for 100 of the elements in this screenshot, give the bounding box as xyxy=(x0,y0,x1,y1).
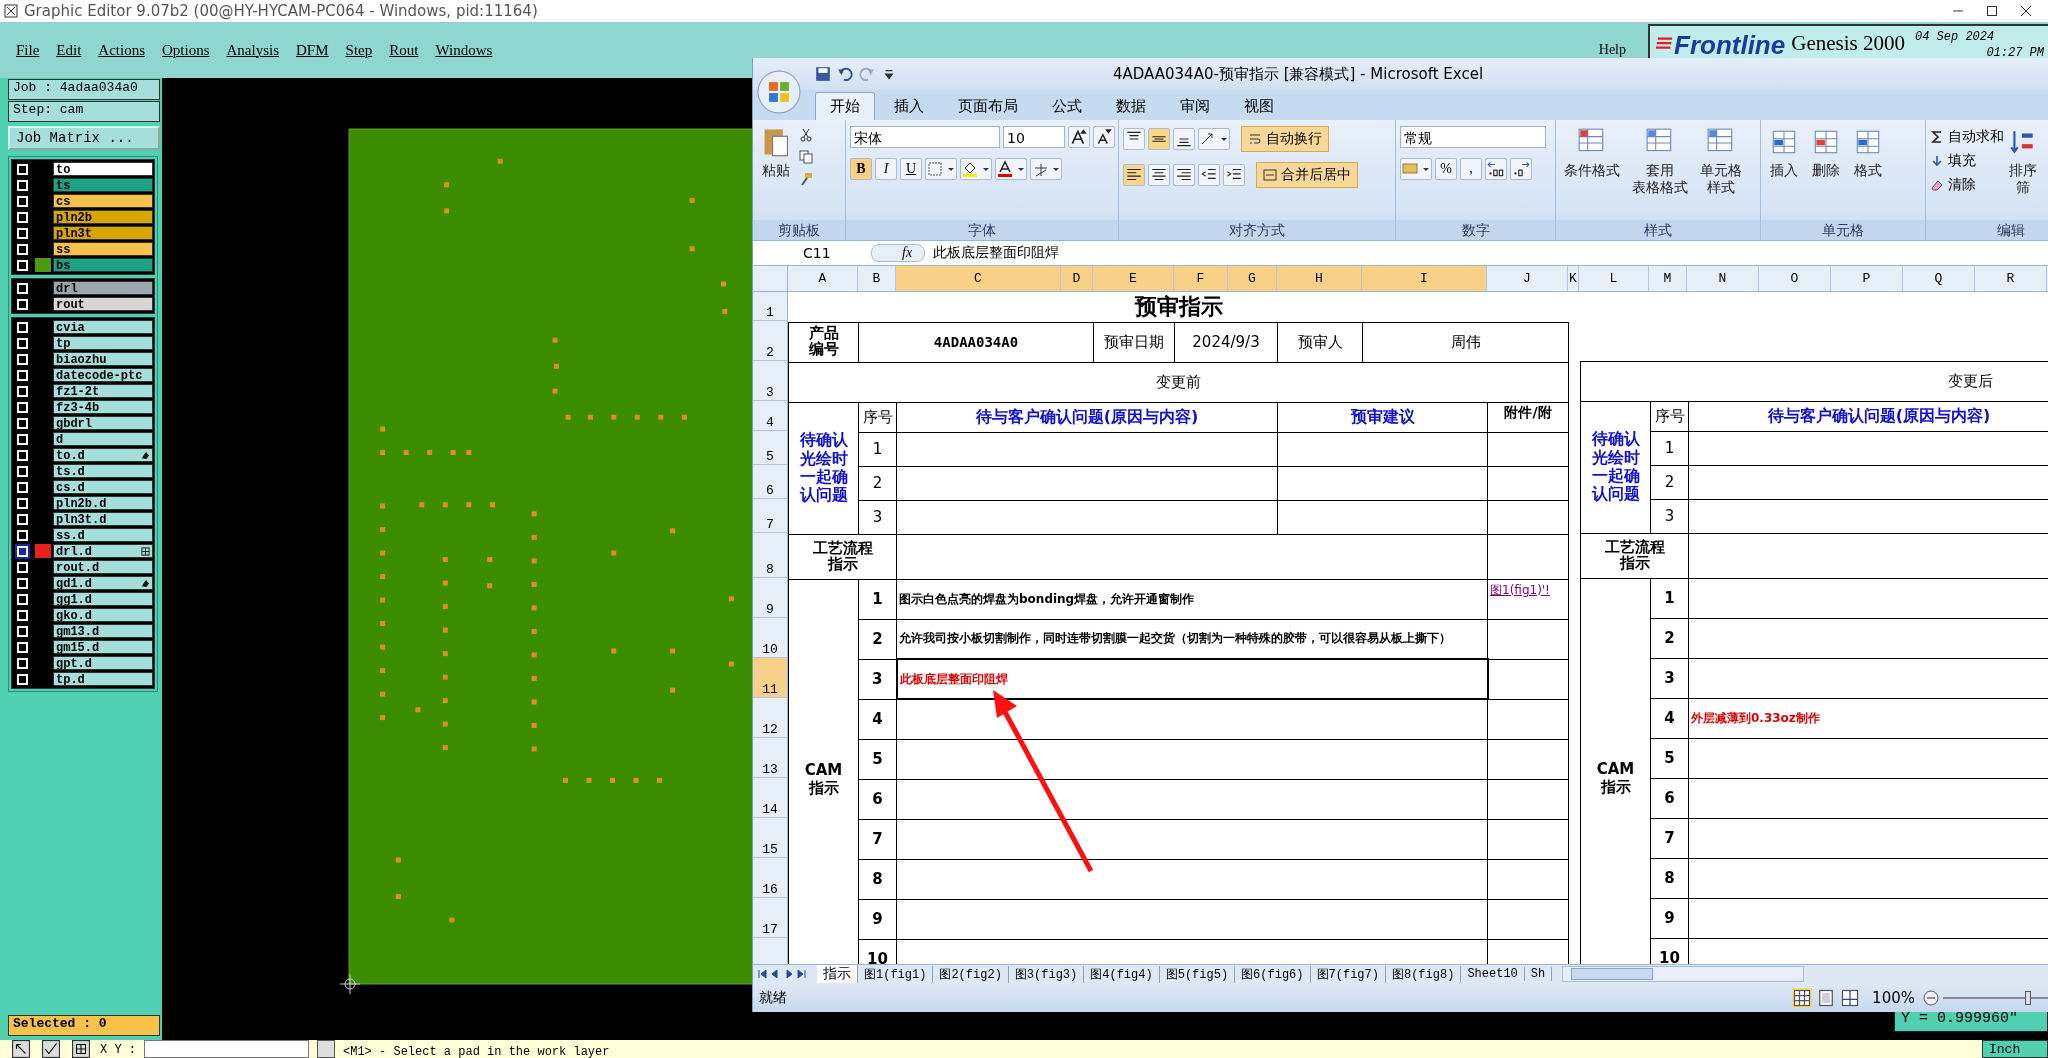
sheet-tab[interactable]: 指示 xyxy=(817,965,858,984)
menu-item[interactable]: File xyxy=(16,41,40,59)
column-header[interactable]: E xyxy=(1093,265,1174,291)
layer-name[interactable]: pln2b.d xyxy=(53,496,153,510)
layer-name[interactable]: fz1-2t xyxy=(53,384,153,398)
layer-name[interactable]: rout xyxy=(53,297,153,311)
style-button[interactable]: 套用 表格格式 xyxy=(1628,125,1692,196)
row-header[interactable]: 1 xyxy=(753,291,787,321)
menu-item[interactable]: Edit xyxy=(56,41,82,59)
unit-button[interactable]: Inch xyxy=(1982,1040,2048,1058)
menu-item[interactable]: Analysis xyxy=(226,41,280,59)
layer-name[interactable]: datecode-ptc xyxy=(53,368,153,382)
column-header[interactable]: O xyxy=(1759,265,1831,291)
row-header[interactable]: 3 xyxy=(753,360,787,401)
wrap-text-button[interactable]: 自动换行 xyxy=(1241,125,1329,152)
layer-name[interactable]: tp.d xyxy=(53,672,153,686)
layer-name[interactable]: ss xyxy=(53,242,153,256)
insert-function-button[interactable]: fx xyxy=(871,243,926,262)
percent-button[interactable]: % xyxy=(1435,157,1457,180)
layer-name[interactable]: gko.d xyxy=(53,608,153,622)
sheet-tab[interactable]: 图6(fig6) xyxy=(1235,965,1311,983)
layer-name[interactable]: gm15.d xyxy=(53,640,153,654)
ribbon-tab[interactable]: 插入 xyxy=(879,91,939,120)
row-header[interactable]: 14 xyxy=(753,777,787,818)
layer-name[interactable]: ss.d xyxy=(53,528,153,542)
column-header[interactable]: C xyxy=(896,265,1061,291)
menu-item[interactable]: DFM xyxy=(296,41,329,59)
cells-button[interactable]: 格式 xyxy=(1849,125,1887,179)
row-header[interactable]: 9 xyxy=(753,577,787,618)
editing-button[interactable]: 清除 xyxy=(1930,175,2004,194)
sheet-tab[interactable]: 图7(fig7) xyxy=(1310,965,1386,983)
column-header[interactable]: N xyxy=(1687,265,1759,291)
merge-center-button[interactable]: 合并后居中 xyxy=(1256,161,1358,188)
ribbon-tab[interactable]: 视图 xyxy=(1229,91,1289,120)
table-cell[interactable]: 允许我司按小板切割制作，同时连带切割膜一起交货（切割为一种特殊的胶带，可以很容易从板上撕下） xyxy=(896,619,1488,660)
cells-button[interactable]: 插入 xyxy=(1765,125,1803,179)
ribbon-tab[interactable]: 开始 xyxy=(815,91,875,120)
column-header[interactable]: H xyxy=(1277,265,1362,291)
column-header[interactable]: M xyxy=(1649,265,1687,291)
sheet-tab[interactable]: Sheet10 xyxy=(1461,967,1525,982)
layer-name[interactable]: drl xyxy=(53,281,153,295)
column-header[interactable]: Q xyxy=(1903,265,1975,291)
table-cell[interactable]: 此板底层整面印阻焊 xyxy=(896,659,1488,700)
column-header[interactable]: L xyxy=(1579,265,1649,291)
row-header[interactable]: 4 xyxy=(753,400,787,431)
layer-name[interactable]: rout.d xyxy=(53,560,153,574)
formula-field[interactable]: 此板底层整面印阻焊 xyxy=(933,243,1060,262)
sheet-tab[interactable]: 图4(fig4) xyxy=(1084,965,1160,983)
layer-name[interactable]: d xyxy=(53,432,153,446)
style-button[interactable]: 单元格 样式 xyxy=(1696,125,1746,196)
layer-name[interactable]: cs xyxy=(53,194,153,208)
menu-item[interactable]: Windows xyxy=(435,41,493,59)
column-header[interactable]: G xyxy=(1228,265,1277,291)
comma-button[interactable]: , xyxy=(1460,157,1482,180)
layer-name[interactable]: to xyxy=(53,162,153,176)
column-header[interactable]: D xyxy=(1061,265,1093,291)
sheet-tab[interactable]: 图1(fig1) xyxy=(858,965,934,983)
cells-button[interactable]: 删除 xyxy=(1807,125,1845,179)
bold-button[interactable]: B xyxy=(850,157,872,180)
row-header[interactable]: 13 xyxy=(753,737,787,778)
layer-name[interactable]: gd1.d xyxy=(53,576,153,590)
layer-name[interactable]: cs.d xyxy=(53,480,153,494)
layer-name[interactable]: to.d xyxy=(53,448,153,462)
column-header[interactable]: I xyxy=(1362,265,1487,291)
layer-name[interactable]: tp xyxy=(53,336,153,350)
number-format-field[interactable]: 常规 xyxy=(1400,125,1546,148)
menu-item[interactable]: Options xyxy=(162,41,210,59)
layer-name[interactable]: gpt.d xyxy=(53,656,153,670)
row-header[interactable]: 17 xyxy=(753,897,787,938)
row-header[interactable]: 8 xyxy=(753,532,787,578)
layer-name[interactable]: pln3t xyxy=(53,226,153,240)
name-box[interactable]: C11 xyxy=(753,244,863,261)
row-header[interactable]: 6 xyxy=(753,464,787,499)
menu-item[interactable]: Step xyxy=(345,41,373,59)
ribbon-tab[interactable]: 公式 xyxy=(1037,91,1097,120)
row-header[interactable]: 2 xyxy=(753,320,787,361)
row-header[interactable]: 7 xyxy=(753,498,787,533)
editing-button[interactable]: 自动求和 xyxy=(1930,127,2004,146)
row-header[interactable]: 16 xyxy=(753,857,787,898)
paste-button[interactable]: 粘贴 xyxy=(757,125,795,179)
layer-name[interactable]: drl.d xyxy=(53,544,153,558)
font-family-field[interactable]: 宋体 xyxy=(850,125,1000,148)
menu-item[interactable]: Help xyxy=(1598,42,1626,58)
sheet-tab[interactable]: 图3(fig3) xyxy=(1008,965,1085,983)
editing-button[interactable]: 填充 xyxy=(1930,151,2004,170)
layer-name[interactable]: gbdrl xyxy=(53,416,153,430)
column-header[interactable]: K xyxy=(1568,265,1579,291)
row-header[interactable]: 15 xyxy=(753,817,787,858)
row-header[interactable]: 12 xyxy=(753,697,787,738)
column-header[interactable]: F xyxy=(1174,265,1228,291)
column-header[interactable]: J xyxy=(1487,265,1568,291)
layer-name[interactable]: pln3t.d xyxy=(53,512,153,526)
layer-name[interactable]: cvia xyxy=(53,320,153,334)
sort-filter-button[interactable]: 排序 筛 xyxy=(2008,125,2038,196)
style-button[interactable]: 条件格式 xyxy=(1560,125,1624,179)
row-header[interactable]: 5 xyxy=(753,430,787,465)
row-header[interactable]: 11 xyxy=(753,657,787,698)
sheet-tab[interactable]: Sh xyxy=(1524,967,1553,982)
ribbon-tab[interactable]: 页面布局 xyxy=(943,91,1033,120)
job-matrix-button[interactable]: Job Matrix ... xyxy=(8,126,160,150)
